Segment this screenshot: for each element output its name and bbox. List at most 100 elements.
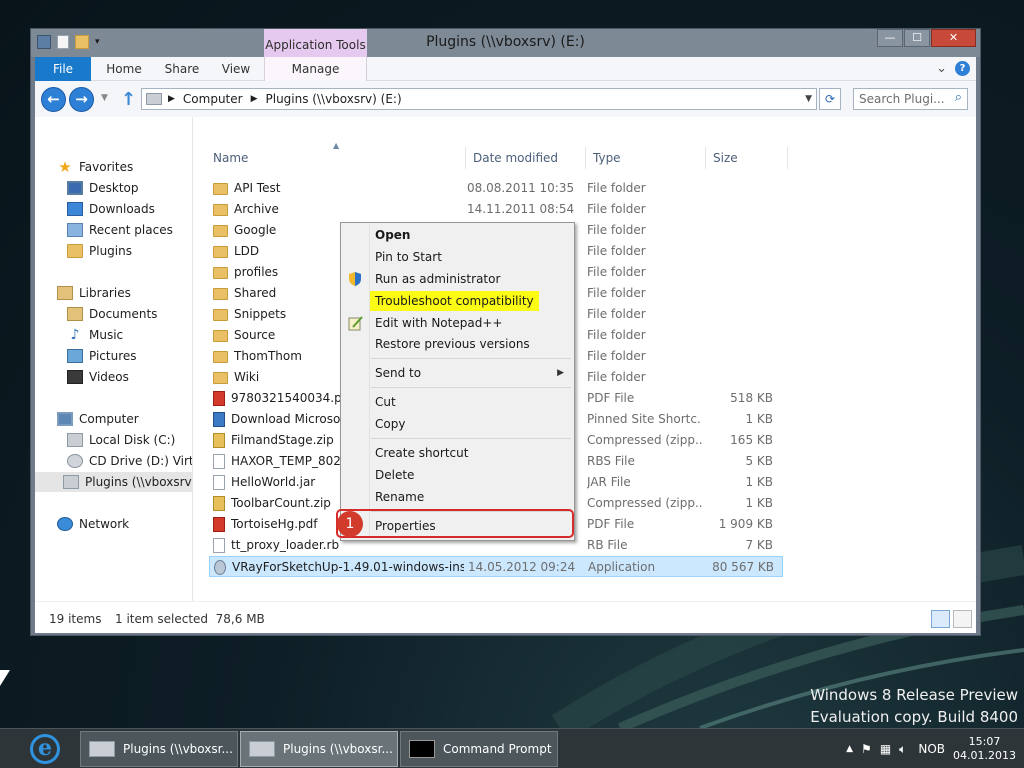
taskbar-item-label: Plugins (\\vboxsr...: [283, 742, 393, 756]
folder-icon: [213, 287, 228, 300]
nav-plugins-favorite[interactable]: Plugins: [67, 241, 132, 261]
back-button[interactable]: ←: [41, 87, 66, 112]
column-header-size[interactable]: Size: [713, 151, 738, 169]
menu-item-edit-notepad[interactable]: Edit with Notepad++: [375, 313, 502, 333]
file-type-cell: PDF File: [587, 391, 635, 405]
breadcrumb-separator-icon[interactable]: ▶: [251, 94, 258, 104]
nav-documents[interactable]: Documents: [67, 304, 157, 324]
recent-locations-chevron-icon[interactable]: ▼: [101, 93, 108, 103]
network-status-icon[interactable]: ▦: [880, 742, 891, 756]
taskbar: e Plugins (\\vboxsr... Plugins (\\vboxsr…: [0, 728, 1024, 768]
help-icon[interactable]: ?: [955, 61, 970, 76]
file-row[interactable]: VRayForSketchUp-1.49.01-windows-install 1…: [209, 556, 783, 577]
column-header-type[interactable]: Type: [593, 151, 621, 169]
menu-item-pin-to-start[interactable]: Pin to Start: [375, 247, 442, 267]
nav-network[interactable]: Network: [57, 514, 129, 534]
nav-downloads[interactable]: Downloads: [67, 199, 155, 219]
watermark-line-1: Windows 8 Release Preview: [810, 686, 1018, 704]
up-button[interactable]: ↑: [121, 89, 136, 110]
column-divider[interactable]: [585, 147, 586, 169]
tab-manage[interactable]: Manage: [264, 57, 367, 81]
action-center-flag-icon[interactable]: ⚑: [861, 742, 872, 756]
file-date-cell: 14.05.2012 09:24: [468, 560, 576, 574]
column-divider[interactable]: [787, 147, 788, 169]
column-header-date[interactable]: Date modified: [473, 151, 558, 169]
menu-item-rename[interactable]: Rename: [375, 487, 424, 507]
title-bar[interactable]: ▾ Application Tools Plugins (\\vboxsrv) …: [31, 29, 980, 58]
downloads-icon: [67, 202, 83, 216]
menu-gutter: [369, 225, 370, 538]
file-type-cell: Compressed (zipp...: [587, 496, 702, 510]
menu-item-create-shortcut[interactable]: Create shortcut: [375, 443, 468, 463]
forward-button[interactable]: →: [69, 87, 94, 112]
column-divider[interactable]: [705, 147, 706, 169]
zip-icon: [213, 496, 225, 511]
nav-favorites[interactable]: ★ Favorites: [57, 157, 133, 177]
nav-pictures[interactable]: Pictures: [67, 346, 137, 366]
maximize-button[interactable]: ☐: [904, 29, 930, 47]
menu-item-run-as-admin[interactable]: Run as administrator: [375, 269, 500, 289]
breadcrumb-separator-icon[interactable]: ▶: [168, 94, 175, 104]
nav-cd-drive[interactable]: CD Drive (D:) Virtual: [67, 451, 192, 471]
address-bar[interactable]: ▶ Computer ▶ Plugins (\\vboxsrv) (E:) ▼: [141, 88, 817, 110]
details-view-icon[interactable]: [931, 610, 950, 628]
menu-item-copy[interactable]: Copy: [375, 414, 405, 434]
volume-icon[interactable]: 🔈︎: [899, 742, 906, 757]
file-row[interactable]: API Test 08.08.2011 10:35 File folder: [209, 178, 783, 199]
nav-plugins-drive[interactable]: Plugins (\\vboxsrv) (: [35, 472, 192, 492]
window-title: Plugins (\\vboxsrv) (E:): [426, 34, 585, 50]
file-type-cell: File folder: [587, 328, 646, 342]
breadcrumb-computer[interactable]: Computer: [183, 92, 243, 106]
nav-recent-places[interactable]: Recent places: [67, 220, 173, 240]
nav-local-disk[interactable]: Local Disk (C:): [67, 430, 175, 450]
close-button[interactable]: ✕: [931, 29, 976, 47]
refresh-button[interactable]: ⟳: [819, 88, 841, 110]
file-row[interactable]: Archive 14.11.2011 08:54 File folder: [209, 199, 783, 220]
menu-item-restore-previous-versions[interactable]: Restore previous versions: [375, 334, 530, 354]
nav-videos[interactable]: Videos: [67, 367, 129, 387]
menu-item-delete[interactable]: Delete: [375, 465, 414, 485]
taskbar-item-explorer-1[interactable]: Plugins (\\vboxsr...: [80, 731, 238, 767]
file-name: Google: [234, 223, 277, 237]
clock[interactable]: 15:07 04.01.2013: [953, 735, 1016, 763]
menu-separator: [371, 387, 571, 388]
menu-item-cut[interactable]: Cut: [375, 392, 396, 412]
minimize-button[interactable]: —: [877, 29, 903, 47]
menu-item-open[interactable]: Open: [375, 225, 410, 245]
address-dropdown-icon[interactable]: ▼: [805, 94, 812, 104]
videos-icon: [67, 370, 83, 384]
menu-item-troubleshoot-compatibility[interactable]: Troubleshoot compatibility: [370, 291, 539, 311]
taskbar-item-command-prompt[interactable]: Command Prompt: [400, 731, 558, 767]
menu-item-send-to[interactable]: Send to: [375, 363, 565, 383]
tab-share[interactable]: Share: [157, 57, 207, 81]
nav-libraries[interactable]: Libraries: [57, 283, 131, 303]
large-icons-view-icon[interactable]: [953, 610, 972, 628]
music-icon: ♪: [70, 327, 80, 343]
file-name-cell: VRayForSketchUp-1.49.01-windows-install: [214, 557, 464, 578]
tab-file[interactable]: File: [35, 57, 91, 81]
nav-desktop[interactable]: Desktop: [67, 178, 139, 198]
network-drive-icon: [63, 475, 79, 489]
search-input[interactable]: Search Plugi... ⌕: [853, 88, 968, 110]
internet-explorer-icon[interactable]: e: [30, 734, 60, 764]
folder-icon: [213, 224, 228, 237]
file-name: Source: [234, 328, 276, 342]
show-hidden-icons-icon[interactable]: ▲: [846, 744, 853, 754]
taskbar-item-explorer-2[interactable]: Plugins (\\vboxsr...: [240, 731, 398, 767]
file-type-cell: File folder: [587, 202, 646, 216]
folder-icon: [67, 244, 83, 258]
file-name: Shared: [234, 286, 277, 300]
file-type-cell: RBS File: [587, 454, 635, 468]
column-header-name[interactable]: Name: [213, 151, 248, 169]
breadcrumb-plugins[interactable]: Plugins (\\vboxsrv) (E:): [266, 92, 402, 106]
input-language[interactable]: NOB: [918, 742, 945, 756]
column-divider[interactable]: [465, 147, 466, 169]
tab-view[interactable]: View: [213, 57, 259, 81]
nav-desktop-label: Desktop: [89, 181, 139, 195]
nav-music[interactable]: ♪ Music: [67, 325, 124, 345]
expand-ribbon-icon[interactable]: ⌄: [936, 61, 947, 76]
file-size-cell: 80 567 KB: [712, 560, 774, 574]
tab-home[interactable]: Home: [99, 57, 149, 81]
nav-computer-label: Computer: [79, 412, 139, 426]
nav-computer[interactable]: Computer: [57, 409, 139, 429]
